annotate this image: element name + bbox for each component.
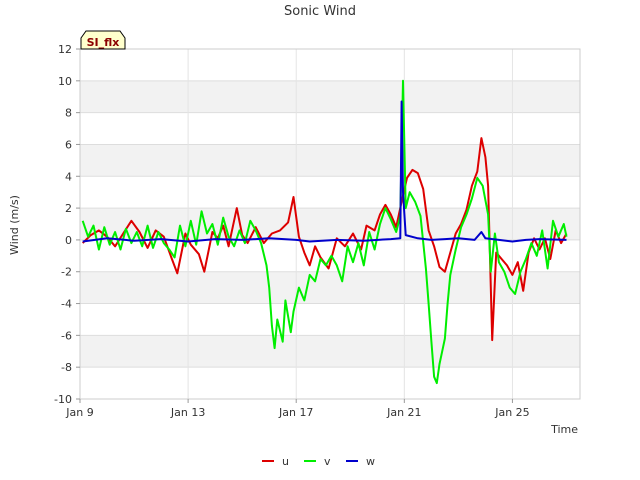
y-tick-label: 12 bbox=[58, 43, 72, 56]
y-tick-label: 4 bbox=[65, 170, 72, 183]
x-tick-label: Jan 9 bbox=[65, 406, 93, 419]
plot-band bbox=[80, 80, 580, 113]
y-tick-label: -8 bbox=[61, 361, 72, 374]
chart-page: Sonic Wind -10 -8 -6 -4 -2 0 2 4 6 8 10 12 Jan 9 Jan… bbox=[0, 0, 640, 480]
y-axis: -10 -8 -6 -4 -2 0 2 4 6 8 10 12 bbox=[54, 43, 80, 406]
y-tick-label: -10 bbox=[54, 393, 72, 406]
y-tick-label: 8 bbox=[65, 107, 72, 120]
plot-band bbox=[80, 144, 580, 177]
badge-label: SI_flx bbox=[87, 36, 120, 49]
plot-band bbox=[80, 208, 580, 240]
x-tick-label: Jan 21 bbox=[386, 406, 421, 419]
y-tick-label: 2 bbox=[65, 202, 72, 215]
chart-svg: Sonic Wind -10-8-6-4-2024681012 Jan 9 Jan… bbox=[8, 4, 581, 468]
plot-bands bbox=[80, 80, 580, 368]
legend: u v w bbox=[262, 455, 375, 468]
y-tick-label: 6 bbox=[65, 138, 72, 151]
site-badge: SI_flx bbox=[80, 30, 126, 50]
x-axis-label: Time bbox=[550, 423, 578, 436]
x-tick-label: Jan 13 bbox=[170, 406, 205, 419]
legend-label-v: v bbox=[324, 455, 331, 468]
chart-title: Sonic Wind bbox=[284, 4, 356, 19]
y-axis-label: Wind (m/s) bbox=[8, 195, 21, 255]
y-tick-label: -6 bbox=[61, 329, 72, 342]
plot-band bbox=[80, 335, 580, 368]
legend-label-u: u bbox=[282, 455, 289, 468]
y-tick-label: -4 bbox=[61, 298, 72, 311]
x-axis: Jan 9 Jan 13 Jan 17 Jan 21 Jan 25 bbox=[65, 399, 530, 419]
y-tick-label: 10 bbox=[58, 75, 72, 88]
x-tick-label: Jan 17 bbox=[278, 406, 313, 419]
x-tick-label: Jan 25 bbox=[494, 406, 529, 419]
y-tick-label: 0 bbox=[65, 234, 72, 247]
y-tick-label: -2 bbox=[61, 266, 72, 279]
legend-label-w: w bbox=[366, 455, 375, 468]
